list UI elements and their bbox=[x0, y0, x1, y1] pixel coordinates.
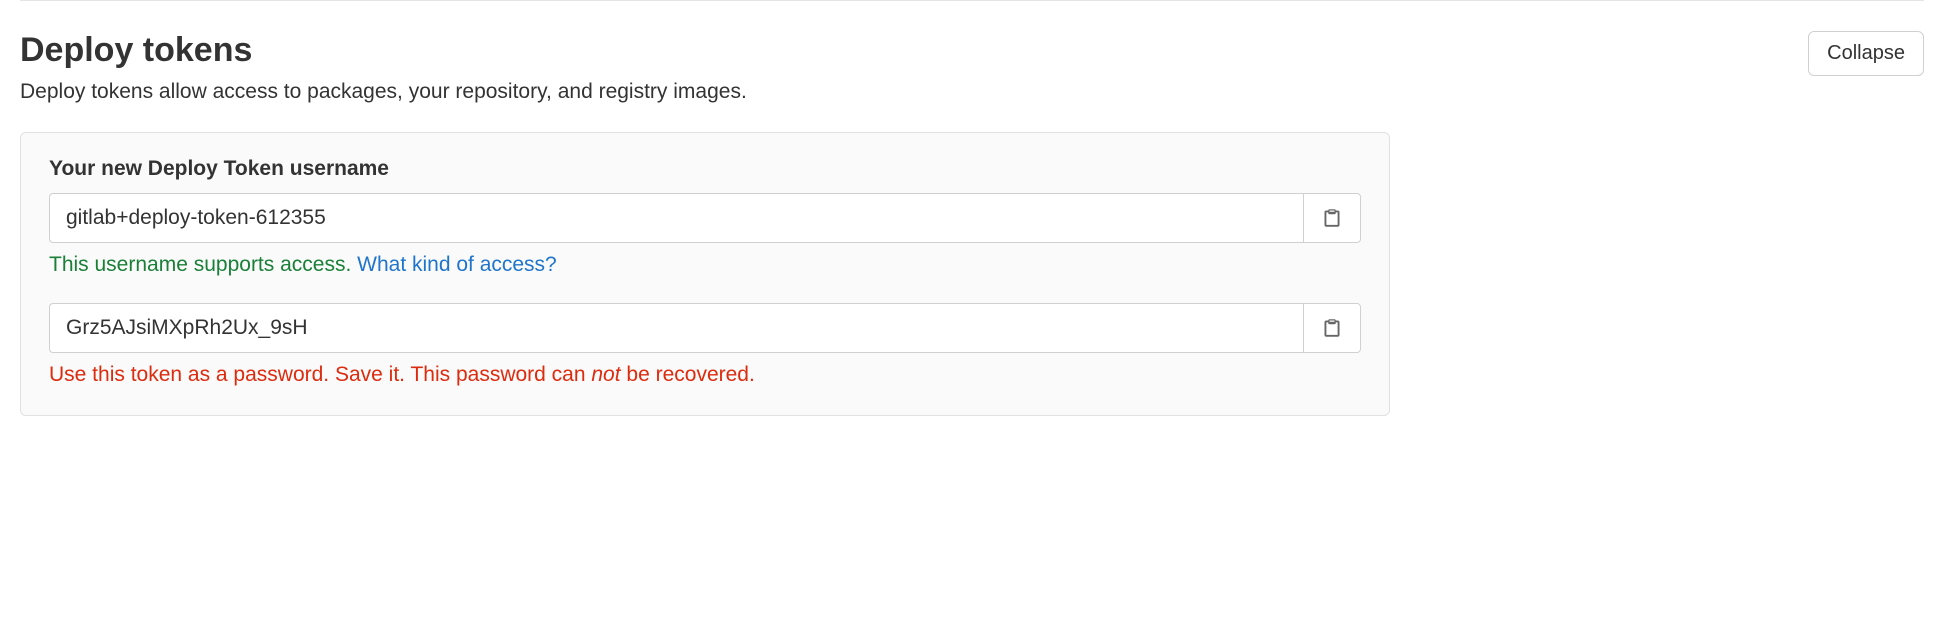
username-help-text: This username supports access. What kind… bbox=[49, 253, 1361, 277]
new-token-panel: Your new Deploy Token username This user… bbox=[20, 132, 1390, 416]
deploy-tokens-section: Deploy tokens Deploy tokens allow access… bbox=[0, 31, 1944, 416]
username-help-prefix: This username supports access. bbox=[49, 253, 357, 276]
username-label: Your new Deploy Token username bbox=[49, 157, 1361, 181]
username-field[interactable] bbox=[49, 193, 1303, 243]
clipboard-icon bbox=[1322, 208, 1342, 228]
access-help-link[interactable]: What kind of access? bbox=[357, 253, 557, 276]
main-content: Deploy tokens Deploy tokens allow access… bbox=[20, 31, 1768, 416]
token-warning-prefix: Use this token as a password. Save it. T… bbox=[49, 363, 591, 386]
copy-username-button[interactable] bbox=[1303, 193, 1361, 243]
token-warning-emphasis: not bbox=[591, 363, 620, 386]
token-warning-text: Use this token as a password. Save it. T… bbox=[49, 363, 1361, 387]
section-divider bbox=[20, 0, 1924, 1]
token-field[interactable] bbox=[49, 303, 1303, 353]
clipboard-icon bbox=[1322, 318, 1342, 338]
token-input-group bbox=[49, 303, 1361, 353]
token-warning-suffix: be recovered. bbox=[621, 363, 755, 386]
username-input-group bbox=[49, 193, 1361, 243]
page-title: Deploy tokens bbox=[20, 31, 1768, 70]
copy-token-button[interactable] bbox=[1303, 303, 1361, 353]
section-description: Deploy tokens allow access to packages, … bbox=[20, 80, 1768, 104]
collapse-button[interactable]: Collapse bbox=[1808, 31, 1924, 76]
